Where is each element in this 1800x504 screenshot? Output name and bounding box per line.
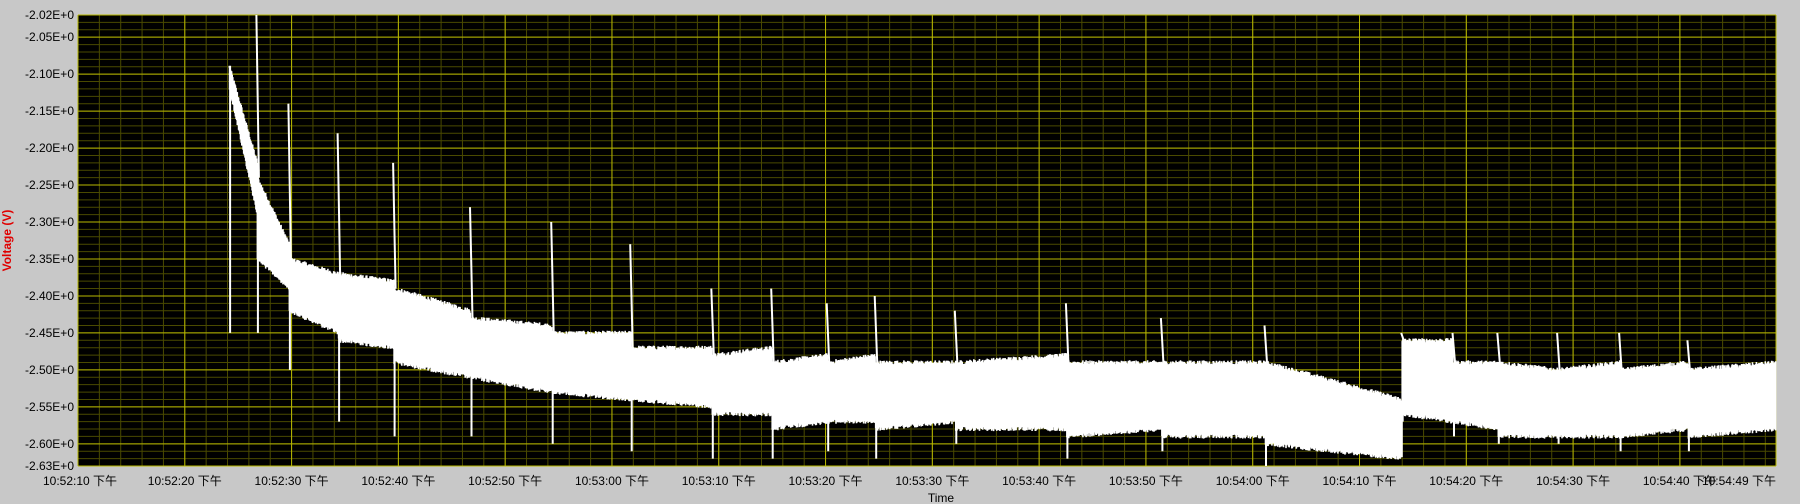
signal-segment [1557,360,1621,439]
signal-segment [771,353,829,431]
x-tick-label: 10:53:30 下午 [895,474,969,488]
y-tick-label: -2.63E+0 [25,459,74,473]
x-tick-label: 10:54:10 下午 [1322,474,1396,488]
x-tick-label: 10:52:40 下午 [361,474,435,488]
x-tick-label: 10:52:20 下午 [148,474,222,488]
x-tick-label: 10:52:30 下午 [255,474,329,488]
y-tick-label: -2.35E+0 [25,252,74,266]
signal-segment [1401,338,1454,424]
signal-segment [470,316,553,393]
signal-segment [1161,360,1266,439]
signal-segment [1066,360,1163,439]
x-tick-label: 10:52:50 下午 [468,474,542,488]
y-tick-label: -2.50E+0 [25,363,74,377]
y-axis-ticks: -2.02E+0 -2.05E+0 -2.10E+0 -2.15E+0 -2.20E+0… [25,8,74,473]
y-tick-label: -2.40E+0 [25,289,74,303]
y-tick-label: -2.55E+0 [25,400,74,414]
x-tick-label: 10:54:00 下午 [1216,474,1290,488]
y-tick-label: -2.25E+0 [25,178,74,192]
y-tick-label: -2.60E+0 [25,437,74,451]
signal-segment [337,271,395,350]
signal-segment [874,360,956,431]
signal-segment [1452,360,1499,431]
signal-segment [711,345,773,417]
x-tick-label: 10:54:30 下午 [1536,474,1610,488]
x-tick-label: 10:52:10 下午 [43,474,117,488]
signal-segment [955,352,1068,432]
x-tick-label: 10:54:49 下午 [1702,474,1776,488]
x-tick-label: 10:53:10 下午 [682,474,756,488]
x-tick-label: 10:53:40 下午 [1002,474,1076,488]
signal-segment [551,330,632,402]
signal-segment [826,354,876,424]
x-tick-label: 10:53:20 下午 [789,474,863,488]
x-axis-label: Time [928,491,955,504]
y-tick-label: -2.30E+0 [25,215,74,229]
x-axis-ticks: 10:52:10 下午 10:52:20 下午 10:52:30 下午 10:52:4… [43,474,1776,488]
signal-segment [630,345,713,409]
x-tick-label: 10:54:20 下午 [1429,474,1503,488]
x-tick-label: 10:53:00 下午 [575,474,649,488]
x-tick-label: 10:53:50 下午 [1109,474,1183,488]
y-axis-label: Voltage (V) [0,210,14,272]
signal-segment [1619,360,1689,439]
y-tick-label: -2.02E+0 [25,8,74,22]
y-tick-label: -2.10E+0 [25,67,74,81]
signal-segment [1497,361,1559,439]
chart-svg: -2.02E+0 -2.05E+0 -2.10E+0 -2.15E+0 -2.20E+0… [0,8,1777,504]
y-tick-label: -2.15E+0 [25,104,74,118]
voltage-chart: -2.02E+0 -2.05E+0 -2.10E+0 -2.15E+0 -2.20E+0… [0,0,1800,504]
y-tick-label: -2.05E+0 [25,30,74,44]
y-tick-label: -2.45E+0 [25,326,74,340]
y-tick-label: -2.20E+0 [25,141,74,155]
signal-segment [1687,360,1777,439]
